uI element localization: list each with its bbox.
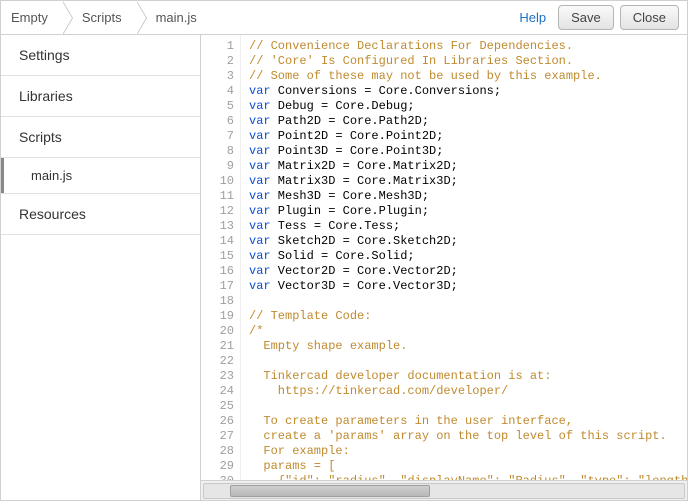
line-number: 1: [201, 39, 234, 54]
line-number: 26: [201, 414, 234, 429]
sidebar-subitem-mainjs[interactable]: main.js: [1, 158, 200, 194]
code-line[interactable]: To create parameters in the user interfa…: [249, 414, 687, 429]
code-line[interactable]: var Debug = Core.Debug;: [249, 99, 687, 114]
line-number: 11: [201, 189, 234, 204]
line-number: 8: [201, 144, 234, 159]
code-line[interactable]: For example:: [249, 444, 687, 459]
scrollbar-track[interactable]: [203, 483, 685, 499]
code-line[interactable]: var Sketch2D = Core.Sketch2D;: [249, 234, 687, 249]
code-editor: 1234567891011121314151617181920212223242…: [201, 35, 687, 500]
code-line[interactable]: var Vector2D = Core.Vector2D;: [249, 264, 687, 279]
sidebar: Settings Libraries Scripts main.js Resou…: [1, 35, 201, 500]
line-number: 24: [201, 384, 234, 399]
line-number: 5: [201, 99, 234, 114]
sidebar-item-resources[interactable]: Resources: [1, 194, 200, 235]
code-line[interactable]: var Path2D = Core.Path2D;: [249, 114, 687, 129]
horizontal-scrollbar[interactable]: [201, 480, 687, 500]
code-line[interactable]: Tinkercad developer documentation is at:: [249, 369, 687, 384]
code-line[interactable]: var Point2D = Core.Point2D;: [249, 129, 687, 144]
code-line[interactable]: params = [: [249, 459, 687, 474]
line-number: 23: [201, 369, 234, 384]
topbar: Empty Scripts main.js Help Save Close: [1, 1, 687, 35]
line-number: 22: [201, 354, 234, 369]
code-line[interactable]: // Template Code:: [249, 309, 687, 324]
line-number: 19: [201, 309, 234, 324]
code-area: 1234567891011121314151617181920212223242…: [201, 35, 687, 480]
line-number: 12: [201, 204, 234, 219]
code-line[interactable]: [249, 294, 687, 309]
line-number: 2: [201, 54, 234, 69]
app-window: Empty Scripts main.js Help Save Close Se…: [0, 0, 688, 501]
line-gutter: 1234567891011121314151617181920212223242…: [201, 35, 241, 480]
line-number: 21: [201, 339, 234, 354]
code-line[interactable]: Empty shape example.: [249, 339, 687, 354]
line-number: 28: [201, 444, 234, 459]
breadcrumb-item[interactable]: Empty: [1, 1, 62, 34]
line-number: 7: [201, 129, 234, 144]
save-button[interactable]: Save: [558, 5, 614, 30]
code-line[interactable]: var Point3D = Core.Point3D;: [249, 144, 687, 159]
line-number: 6: [201, 114, 234, 129]
sidebar-item-settings[interactable]: Settings: [1, 35, 200, 76]
breadcrumb-item[interactable]: Scripts: [62, 1, 136, 34]
line-number: 18: [201, 294, 234, 309]
code-line[interactable]: var Mesh3D = Core.Mesh3D;: [249, 189, 687, 204]
breadcrumb-item[interactable]: main.js: [136, 1, 211, 34]
line-number: 25: [201, 399, 234, 414]
scrollbar-thumb[interactable]: [230, 485, 430, 497]
code-line[interactable]: var Matrix2D = Core.Matrix2D;: [249, 159, 687, 174]
line-number: 29: [201, 459, 234, 474]
code-line[interactable]: var Tess = Core.Tess;: [249, 219, 687, 234]
breadcrumb: Empty Scripts main.js: [1, 1, 211, 34]
line-number: 3: [201, 69, 234, 84]
code-line[interactable]: [249, 354, 687, 369]
close-button[interactable]: Close: [620, 5, 679, 30]
code-line[interactable]: var Matrix3D = Core.Matrix3D;: [249, 174, 687, 189]
line-number: 4: [201, 84, 234, 99]
code-line[interactable]: https://tinkercad.com/developer/: [249, 384, 687, 399]
line-number: 13: [201, 219, 234, 234]
code-line[interactable]: // Some of these may not be used by this…: [249, 69, 687, 84]
line-number: 14: [201, 234, 234, 249]
line-number: 27: [201, 429, 234, 444]
line-number: 17: [201, 279, 234, 294]
code-line[interactable]: /*: [249, 324, 687, 339]
code-content[interactable]: // Convenience Declarations For Dependen…: [241, 35, 687, 480]
code-line[interactable]: create a 'params' array on the top level…: [249, 429, 687, 444]
line-number: 9: [201, 159, 234, 174]
body: Settings Libraries Scripts main.js Resou…: [1, 35, 687, 500]
code-line[interactable]: // Convenience Declarations For Dependen…: [249, 39, 687, 54]
code-line[interactable]: var Conversions = Core.Conversions;: [249, 84, 687, 99]
line-number: 20: [201, 324, 234, 339]
code-line[interactable]: [249, 399, 687, 414]
line-number: 15: [201, 249, 234, 264]
line-number: 16: [201, 264, 234, 279]
sidebar-item-scripts[interactable]: Scripts: [1, 117, 200, 158]
help-link[interactable]: Help: [519, 10, 546, 25]
action-bar: Help Save Close: [519, 5, 687, 30]
code-line[interactable]: var Plugin = Core.Plugin;: [249, 204, 687, 219]
code-line[interactable]: // 'Core' Is Configured In Libraries Sec…: [249, 54, 687, 69]
line-number: 10: [201, 174, 234, 189]
code-line[interactable]: var Vector3D = Core.Vector3D;: [249, 279, 687, 294]
sidebar-item-libraries[interactable]: Libraries: [1, 76, 200, 117]
code-line[interactable]: var Solid = Core.Solid;: [249, 249, 687, 264]
